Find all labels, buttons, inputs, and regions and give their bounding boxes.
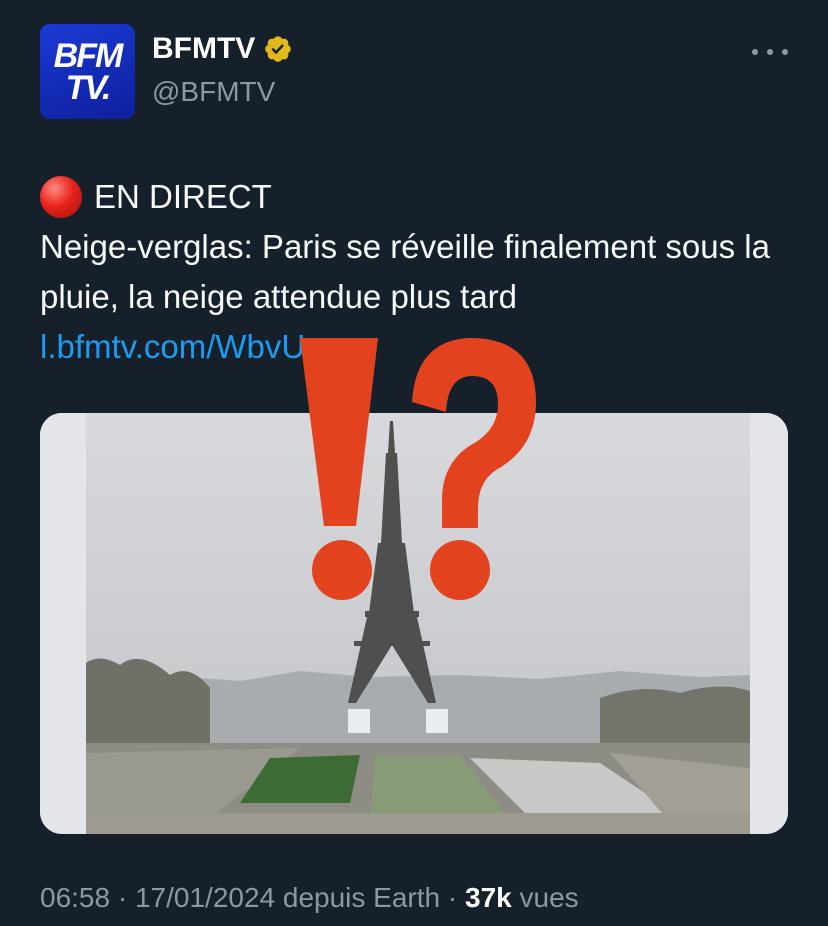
dot: [767, 49, 773, 55]
separator: ·: [117, 882, 135, 913]
more-options-icon[interactable]: [752, 40, 788, 64]
verified-badge-icon: [265, 36, 292, 62]
avatar-logo-line1: BFM: [53, 36, 124, 75]
author-handle[interactable]: @BFMTV: [152, 76, 275, 108]
dot: [782, 49, 788, 55]
eiffel-tower-photo: [40, 413, 788, 834]
tweet: BFM TV. BFMTV @BFMTV EN DIRECT Neige-ver…: [0, 0, 828, 926]
tweet-body: EN DIRECT Neige-verglas: Paris se réveil…: [40, 172, 800, 372]
views-count[interactable]: 37k: [465, 882, 512, 913]
tweet-date[interactable]: 17/01/2024: [135, 882, 275, 913]
red-circle-icon: [40, 176, 82, 218]
tweet-meta: 06:58 · 17/01/2024 depuis Earth · 37k vu…: [40, 882, 579, 914]
tweet-text: Neige-verglas: Paris se réveille finalem…: [40, 228, 770, 315]
views-label: vues: [519, 882, 579, 913]
avatar[interactable]: BFM TV.: [40, 24, 135, 119]
live-line: EN DIRECT: [40, 172, 800, 222]
tweet-source: depuis Earth: [282, 882, 441, 913]
author-name-row[interactable]: BFMTV: [152, 32, 293, 66]
dot: [752, 49, 758, 55]
tweet-time[interactable]: 06:58: [40, 882, 110, 913]
tweet-media-image[interactable]: [40, 413, 788, 834]
tweet-link[interactable]: l.bfmtv.com/WbvU: [40, 328, 305, 365]
display-name: BFMTV: [152, 32, 256, 65]
separator: ·: [447, 882, 465, 913]
avatar-logo-line2: TV.: [65, 68, 112, 107]
live-label: EN DIRECT: [94, 178, 272, 215]
